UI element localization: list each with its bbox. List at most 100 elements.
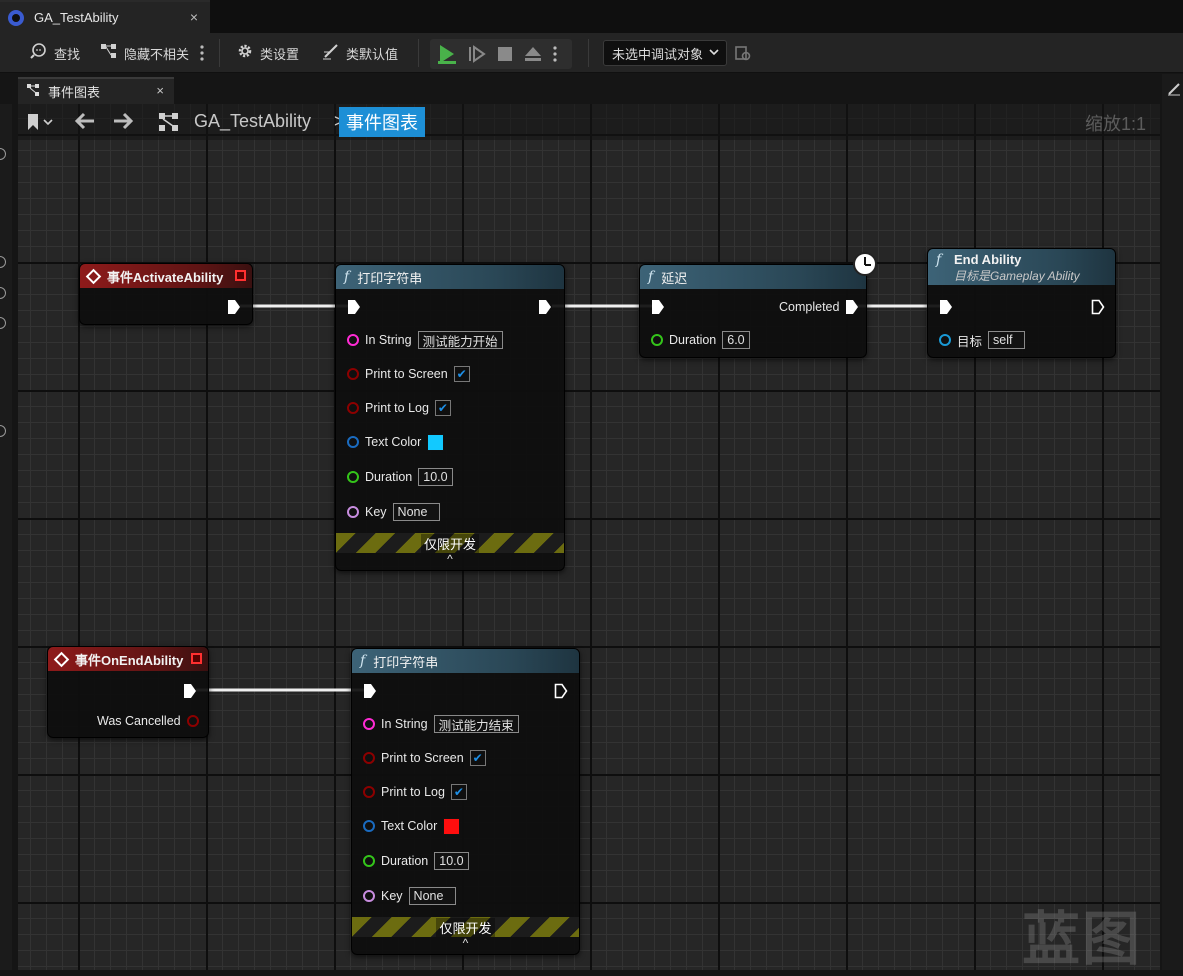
exec-in-pin-icon[interactable]	[939, 299, 953, 315]
name-pin-icon[interactable]	[347, 506, 359, 518]
function-icon: f	[936, 252, 942, 268]
print-to-screen-row: Print to Screen ✔	[347, 364, 470, 384]
function-icon: f	[360, 653, 366, 669]
bool-pin-icon[interactable]	[186, 715, 199, 727]
pin-label: Key	[365, 505, 387, 519]
text-color-row: Text Color	[363, 816, 461, 836]
node-title: 打印字符串	[357, 270, 423, 286]
duration-input[interactable]: 10.0	[418, 468, 453, 486]
end-ability-node[interactable]: f End Ability 目标是Gameplay Ability 目标 sel…	[927, 248, 1116, 358]
function-icon: f	[344, 269, 350, 285]
key-input[interactable]: None	[408, 887, 456, 905]
event-icon	[85, 268, 102, 284]
print-to-log-row: Print to Log ✔	[363, 782, 467, 802]
duration-row: Duration 10.0	[363, 851, 469, 871]
development-only-label: 仅限开发	[436, 917, 495, 937]
event-icon	[53, 651, 70, 667]
print-string-node-2[interactable]: f 打印字符串 In String 测试能力结束 Print to Screen…	[351, 648, 580, 955]
pin-label: Text Color	[365, 435, 422, 449]
struct-pin-icon[interactable]	[347, 436, 359, 448]
pin-label: Print to Screen	[381, 751, 464, 765]
duration-input[interactable]: 6.0	[722, 331, 750, 349]
print-to-log-checkbox[interactable]: ✔	[450, 784, 467, 800]
pin-label: Print to Screen	[365, 367, 448, 381]
in-string-row: In String 测试能力开始	[347, 330, 503, 350]
pin-label: Print to Log	[365, 401, 429, 415]
collapse-caret-icon[interactable]: ^	[336, 552, 564, 566]
float-pin-icon[interactable]	[363, 855, 375, 867]
key-input[interactable]: None	[392, 503, 440, 521]
string-pin-icon[interactable]	[347, 334, 359, 346]
exec-out-pin-icon[interactable]	[845, 299, 859, 315]
pin-label: Duration	[365, 470, 413, 484]
exec-out-pin-icon[interactable]	[227, 299, 241, 315]
object-pin-icon[interactable]	[939, 334, 951, 346]
node-title: 事件OnEndAbility	[75, 652, 184, 668]
float-pin-icon[interactable]	[347, 471, 359, 483]
pin-label: Duration	[669, 333, 717, 347]
node-title: End Ability	[954, 252, 1022, 267]
bool-pin-icon[interactable]	[363, 752, 375, 764]
pin-label: Print to Log	[381, 785, 445, 799]
delegate-pin-icon[interactable]	[235, 270, 246, 281]
print-to-screen-checkbox[interactable]: ✔	[469, 750, 486, 766]
node-subtitle: 目标是Gameplay Ability	[954, 269, 1080, 283]
pin-label: 目标	[957, 334, 983, 349]
in-string-input[interactable]: 测试能力结束	[433, 715, 519, 733]
node-title: 事件ActivateAbility	[107, 269, 224, 285]
name-pin-icon[interactable]	[363, 890, 375, 902]
latent-clock-icon	[853, 252, 877, 276]
delegate-pin-icon[interactable]	[191, 653, 202, 664]
key-row: Key None	[363, 886, 456, 906]
exec-out-pin-icon[interactable]	[538, 299, 552, 315]
event-activate-ability-node[interactable]: 事件ActivateAbility	[79, 263, 253, 325]
exec-out-pin-icon[interactable]	[554, 683, 568, 699]
duration-row: Duration 10.0	[347, 467, 453, 487]
pin-label: In String	[365, 333, 412, 347]
exec-in-pin-icon[interactable]	[347, 299, 361, 315]
target-input[interactable]: self	[988, 331, 1026, 349]
delay-node[interactable]: f 延迟 Completed Duration 6.0	[639, 264, 867, 358]
development-only-banner: 仅限开发	[352, 917, 579, 937]
text-color-swatch[interactable]	[427, 433, 445, 451]
bool-pin-icon[interactable]	[347, 402, 359, 414]
exec-out-pin-icon[interactable]	[1091, 299, 1105, 315]
pin-label: In String	[381, 717, 428, 731]
pin-label: Duration	[381, 854, 429, 868]
exec-wires	[196, 304, 940, 692]
bool-pin-icon[interactable]	[363, 786, 375, 798]
pin-label: Was Cancelled	[97, 714, 181, 728]
completed-row: Completed	[779, 297, 859, 317]
development-only-label: 仅限开发	[420, 533, 479, 553]
collapse-caret-icon[interactable]: ^	[352, 936, 579, 950]
duration-row: Duration 6.0	[651, 330, 750, 350]
exec-in-pin-icon[interactable]	[363, 683, 377, 699]
in-string-row: In String 测试能力结束	[363, 714, 519, 734]
target-row: 目标 self	[939, 330, 1026, 350]
duration-input[interactable]: 10.0	[434, 852, 469, 870]
node-title: 打印字符串	[373, 654, 439, 670]
print-string-node-1[interactable]: f 打印字符串 In String 测试能力开始 Print to Screen…	[335, 264, 565, 571]
text-color-swatch[interactable]	[443, 817, 461, 835]
exec-out-pin-icon[interactable]	[183, 683, 197, 699]
text-color-row: Text Color	[347, 432, 445, 452]
print-to-log-row: Print to Log ✔	[347, 398, 451, 418]
pin-label: Key	[381, 889, 403, 903]
key-row: Key None	[347, 502, 440, 522]
float-pin-icon[interactable]	[651, 334, 663, 346]
string-pin-icon[interactable]	[363, 718, 375, 730]
struct-pin-icon[interactable]	[363, 820, 375, 832]
pin-label: Completed	[779, 300, 840, 314]
node-title: 延迟	[661, 270, 688, 286]
exec-in-pin-icon[interactable]	[651, 299, 665, 315]
function-icon: f	[648, 269, 654, 285]
print-to-screen-checkbox[interactable]: ✔	[453, 366, 470, 382]
development-only-banner: 仅限开发	[336, 533, 564, 553]
blueprint-watermark: 蓝图	[1022, 905, 1143, 973]
event-on-end-ability-node[interactable]: 事件OnEndAbility Was Cancelled	[47, 646, 209, 738]
bool-pin-icon[interactable]	[347, 368, 359, 380]
in-string-input[interactable]: 测试能力开始	[417, 331, 503, 349]
pin-label: Text Color	[381, 819, 438, 833]
print-to-screen-row: Print to Screen ✔	[363, 748, 486, 768]
print-to-log-checkbox[interactable]: ✔	[434, 400, 451, 416]
